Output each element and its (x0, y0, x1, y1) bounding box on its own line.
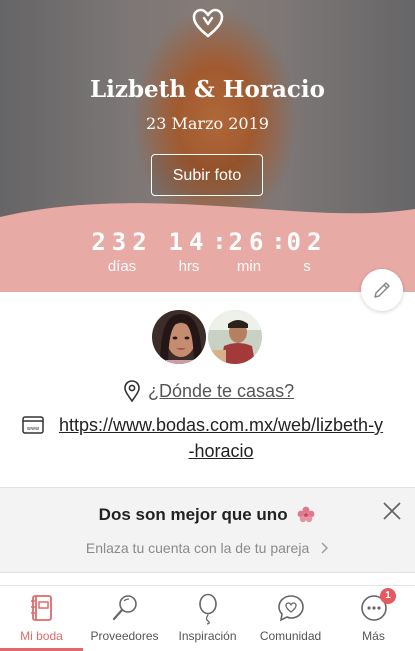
heart-chat-icon (277, 595, 304, 622)
seconds-label: s (303, 258, 311, 275)
nav-item-proveedores[interactable]: Proveedores (83, 586, 166, 651)
website-url-line2: -horacio (188, 441, 254, 461)
nav-label: Más (362, 629, 385, 643)
couple-names: Lizbeth & Horacio (90, 76, 325, 103)
days-value: 232 (91, 228, 153, 256)
countdown-separator: : (274, 230, 283, 255)
chevron-right-icon (321, 542, 329, 554)
link-partner-banner[interactable]: Dos son mejor que uno Enlaza tu cuenta c… (0, 487, 415, 573)
countdown-seconds: 02 s (284, 228, 330, 275)
countdown-hours: 14 hrs (166, 228, 212, 275)
notification-badge: 1 (380, 588, 396, 604)
countdown-minutes: 26 min (226, 228, 272, 275)
svg-text:www: www (27, 426, 39, 432)
promo-title: Dos son mejor que uno (0, 505, 415, 525)
website-url-line1: https://www.bodas.com.mx/web/lizbeth-y (58, 415, 384, 435)
flower-icon (297, 506, 315, 523)
wedding-book-icon (30, 595, 52, 621)
minutes-value: 26 (228, 228, 270, 256)
nav-item-mas[interactable]: Más (332, 586, 415, 651)
web-browser-icon: www (22, 416, 44, 434)
countdown-separator: : (215, 230, 224, 255)
nav-item-inspiracion[interactable]: Inspiración (166, 586, 249, 651)
countdown-days: 232 días (86, 228, 158, 275)
search-icon (112, 595, 137, 621)
wedding-website-link[interactable]: www https://www.bodas.com.mx/web/lizbeth… (22, 412, 392, 464)
wedding-date: 23 Marzo 2019 (146, 114, 269, 133)
minutes-label: min (236, 258, 262, 275)
hours-label: hrs (178, 258, 200, 275)
edit-button[interactable] (361, 269, 403, 311)
location-link-label: ¿Dónde te casas? (148, 380, 295, 401)
seconds-value: 02 (286, 228, 328, 256)
location-link[interactable]: ¿Dónde te casas? (122, 380, 294, 402)
bride-avatar[interactable] (150, 308, 208, 366)
nav-label: Mi boda (20, 629, 63, 643)
groom-avatar[interactable] (206, 308, 264, 366)
days-label: días (107, 258, 137, 275)
hours-value: 14 (168, 228, 210, 256)
location-pin-icon (124, 380, 140, 402)
nav-label: Comunidad (259, 629, 322, 643)
nav-item-comunidad[interactable]: Comunidad (249, 586, 332, 651)
heart-logo-icon (192, 8, 224, 38)
pencil-icon (374, 282, 390, 298)
balloon-icon (198, 593, 217, 625)
upload-photo-button[interactable]: Subir foto (151, 154, 263, 196)
bottom-navigation: Mi boda Proveedores Inspiración Comunida… (0, 585, 415, 651)
nav-label: Inspiración (178, 629, 237, 643)
nav-item-mi-boda[interactable]: Mi boda (0, 586, 83, 651)
nav-label: Proveedores (90, 629, 159, 643)
promo-subtitle: Enlaza tu cuenta con la de tu pareja (0, 540, 415, 556)
close-icon[interactable] (382, 501, 402, 521)
